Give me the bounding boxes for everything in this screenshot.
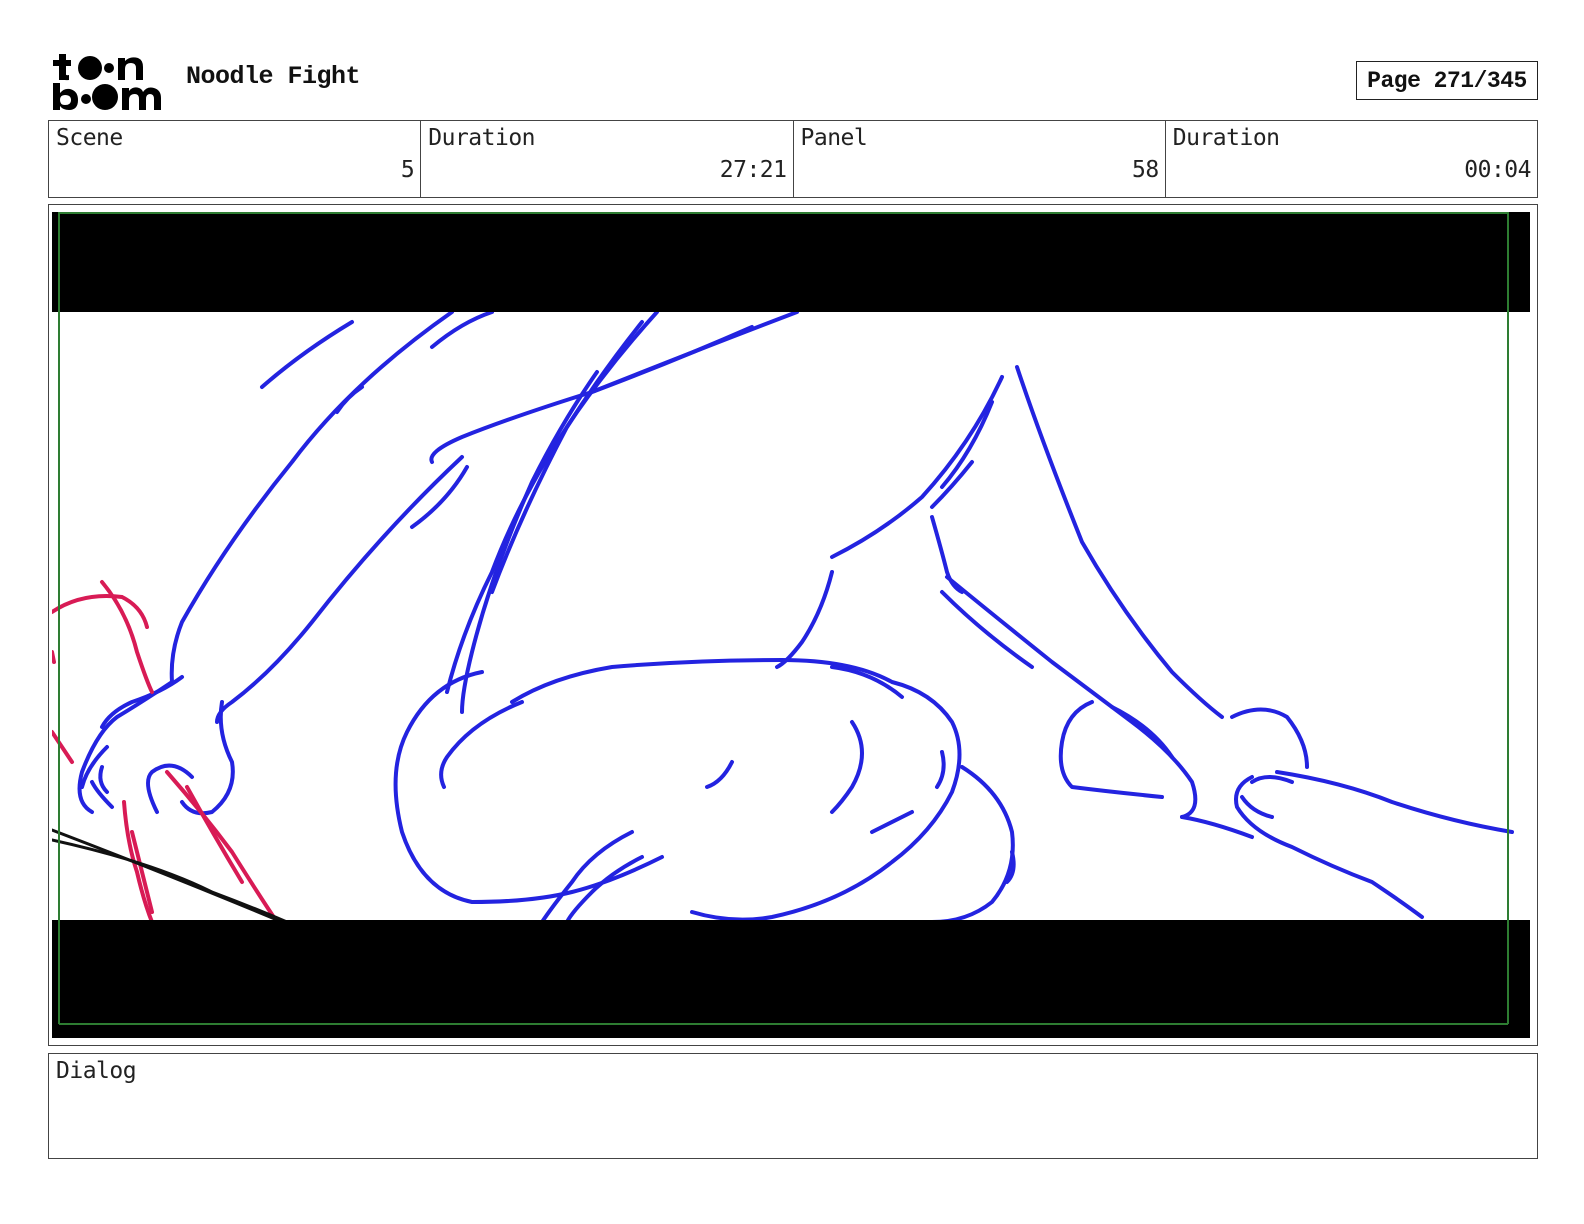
safe-frame: [58, 212, 1509, 1025]
scene-duration-cell: Duration 27:21: [421, 121, 794, 197]
panel-image: [52, 212, 1530, 1038]
panel-value: 58: [1132, 157, 1159, 183]
scene-cell: Scene 5: [49, 121, 422, 197]
panel-duration-cell: Duration 00:04: [1166, 121, 1537, 197]
blue-sketch-lines: [77, 310, 1514, 924]
panel-label: Panel: [800, 125, 868, 151]
panel-duration-label: Duration: [1172, 125, 1280, 151]
dialog-label: Dialog: [56, 1058, 137, 1084]
scene-value: 5: [400, 157, 415, 183]
letterbox-top: [52, 212, 1530, 312]
dialog-box: Dialog: [48, 1053, 1538, 1159]
letterbox-bottom: [52, 920, 1530, 1038]
scene-duration-value: 27:21: [719, 157, 787, 183]
page-indicator: Page 271/345: [1356, 61, 1538, 100]
black-sketch-lines: [52, 828, 289, 924]
scene-duration-label: Duration: [428, 125, 536, 151]
toon-boom-logo: [53, 54, 161, 110]
info-row: Scene 5 Duration 27:21 Panel 58 Duration…: [48, 120, 1538, 198]
panel-duration-value: 00:04: [1464, 157, 1531, 183]
scene-label: Scene: [56, 125, 123, 151]
project-title: Noodle Fight: [186, 62, 361, 91]
panel-cell: Panel 58: [794, 121, 1166, 197]
